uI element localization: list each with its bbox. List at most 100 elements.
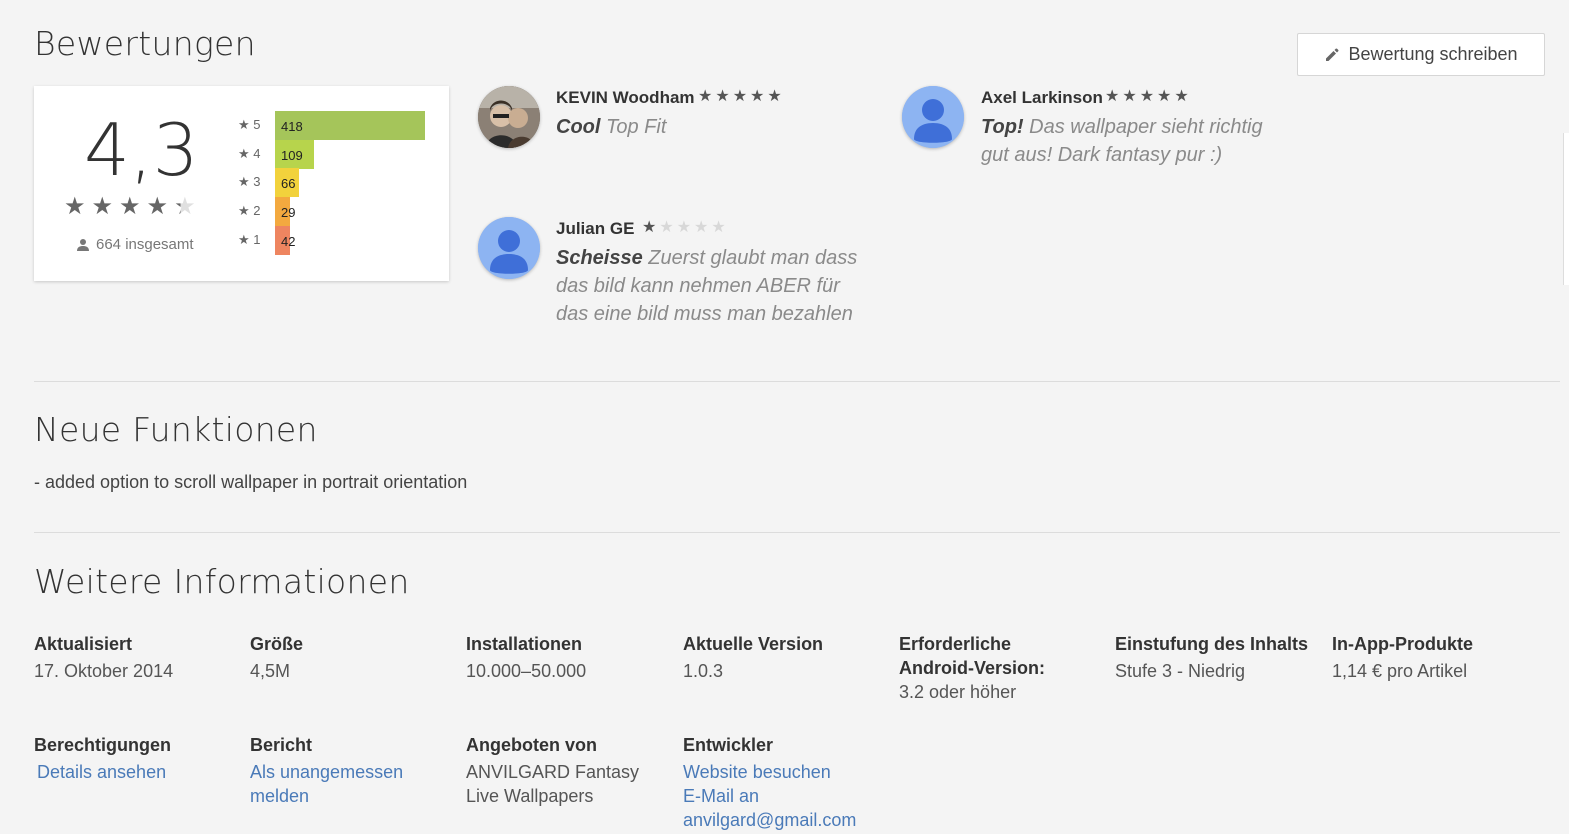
star-icon: ★ (238, 174, 250, 190)
star-icon: ★ (119, 193, 141, 220)
info-label: Aktuelle Version (683, 634, 824, 654)
info-content-rating: Einstufung des Inhalts Stufe 3 - Niedrig (1115, 632, 1325, 683)
info-report: Bericht Als unangemessen melden (250, 733, 460, 808)
info-value: 1,14 € pro Artikel (1332, 661, 1468, 681)
review-body: Das wallpaper sieht richtig gut aus! Dar… (981, 116, 1263, 166)
info-label: In-App-Produkte (1332, 634, 1473, 654)
histogram-label: ★ 2 (238, 203, 272, 219)
star-icon: ★ (1139, 88, 1155, 105)
whats-new-text: - added option to scroll wallpaper in po… (34, 472, 468, 492)
star-icon: ★ (715, 88, 730, 105)
star-icon: ★ (698, 88, 713, 105)
star-partial-icon: ★ (174, 193, 196, 220)
info-label: Einstufung des Inhalts (1115, 634, 1309, 654)
report-inappropriate-link[interactable]: Als unangemessen melden (250, 760, 410, 808)
review-title: Cool (556, 116, 601, 138)
review-stars: ★ ★ ★ ★ ★ (698, 89, 782, 105)
average-stars: ★ ★ ★ ★ ★ (64, 195, 196, 219)
review-title: Top! (981, 116, 1024, 138)
info-label: Installationen (466, 634, 583, 654)
info-value: 3.2 oder höher (899, 682, 1017, 702)
star-icon: ★ (750, 88, 765, 105)
write-review-label: Bewertung schreiben (1348, 44, 1518, 64)
info-value: 10.000–50.000 (466, 661, 587, 681)
write-review-button[interactable]: Bewertung schreiben (1297, 33, 1545, 76)
star-icon: ★ (238, 117, 250, 132)
developer-email-link[interactable]: E-Mail an anvilgard@gmail.com (683, 784, 873, 832)
review-body: Top Fit (606, 116, 667, 138)
whats-new-title: Neue Funktionen (34, 410, 318, 449)
info-developer: Entwickler Website besuchen E-Mail an an… (683, 733, 893, 832)
star-icon: ★ (642, 219, 657, 236)
pencil-icon (1326, 48, 1339, 61)
star-empty-icon: ★ (676, 219, 692, 236)
reviewer-name: KEVIN Woodham (556, 88, 695, 107)
histogram-stars: 4 (253, 145, 261, 161)
reviewer-name: Julian GE (556, 219, 635, 238)
histogram-stars: 2 (253, 203, 261, 219)
info-value: Stufe 3 - Niedrig (1115, 661, 1246, 681)
reviews-scroll-edge[interactable] (1563, 133, 1569, 285)
review-title: Scheisse (556, 247, 643, 269)
histogram-stars: 3 (253, 174, 261, 190)
star-icon: ★ (1105, 88, 1120, 105)
star-icon: ★ (238, 145, 250, 161)
histogram-bar: 418 (275, 111, 425, 140)
star-icon: ★ (64, 193, 86, 220)
histogram-stars: 1 (253, 231, 261, 247)
info-updated: Aktualisiert 17. Oktober 2014 (34, 632, 244, 683)
average-rating: 4,3 (84, 108, 199, 192)
info-installs: Installationen 10.000–50.000 (466, 632, 676, 683)
star-icon: ★ (1122, 88, 1137, 105)
histogram-label: ★ 1 (238, 232, 272, 248)
info-label: Größe (250, 634, 304, 654)
star-icon: ★ (1174, 88, 1189, 105)
star-empty-icon: ★ (659, 219, 674, 236)
star-icon: ★ (91, 193, 114, 220)
histogram-label: ★ 3 (238, 174, 272, 190)
default-person-icon (478, 217, 540, 279)
ratings-title: Bewertungen (34, 24, 256, 63)
info-android-version: Erforderliche Android-Version: 3.2 oder … (899, 632, 1099, 704)
info-label: Bericht (250, 735, 313, 755)
histogram-bar: 66 (275, 168, 299, 198)
info-in-app-products: In-App-Produkte 1,14 € pro Artikel (1332, 632, 1542, 683)
info-version: Aktuelle Version 1.0.3 (683, 632, 893, 683)
info-permissions: Berechtigungen Details ansehen (34, 733, 247, 784)
histogram-label: ★ 5 (238, 117, 272, 133)
info-value: 17. Oktober 2014 (34, 661, 174, 681)
star-empty-icon: ★ (711, 219, 726, 236)
person-icon (77, 238, 89, 251)
info-value: 4,5M (250, 661, 291, 681)
total-ratings: 664 insgesamt (76, 236, 194, 253)
info-offered-by: Angeboten von ANVILGARD Fantasy Live Wal… (466, 733, 676, 808)
section-divider (34, 381, 1560, 382)
developer-website-link[interactable]: Website besuchen (683, 760, 893, 784)
permissions-details-link[interactable]: Details ansehen (34, 760, 247, 784)
info-label: Angeboten von (466, 735, 597, 755)
info-label: Erforderliche Android-Version: (899, 634, 1046, 678)
info-value: ANVILGARD Fantasy Live Wallpapers (466, 762, 640, 806)
star-icon: ★ (238, 203, 250, 219)
reviewer-name: Axel Larkinson (981, 88, 1103, 107)
default-person-icon (902, 86, 964, 148)
more-info-title: Weitere Informationen (34, 562, 410, 601)
info-value: 1.0.3 (683, 661, 724, 681)
info-label: Aktualisiert (34, 634, 133, 654)
star-icon: ★ (1157, 88, 1172, 105)
star-icon: ★ (732, 88, 748, 105)
info-size: Größe 4,5M (250, 632, 460, 683)
star-icon: ★ (238, 231, 250, 247)
reviewer-avatar[interactable] (902, 86, 964, 148)
reviewer-avatar[interactable] (478, 217, 540, 279)
histogram-label: ★ 4 (238, 146, 272, 162)
star-empty-icon: ★ (694, 219, 709, 236)
star-icon: ★ (767, 88, 782, 105)
histogram-bar: 29 (275, 197, 295, 227)
section-divider (34, 532, 1560, 533)
reviewer-avatar[interactable] (478, 86, 540, 148)
review-stars: ★ ★ ★ ★ ★ (1105, 89, 1189, 105)
review-text: Cool Top Fit (556, 113, 896, 141)
review-stars: ★ ★ ★ ★ ★ (642, 220, 726, 236)
avatar-photo (478, 86, 540, 148)
